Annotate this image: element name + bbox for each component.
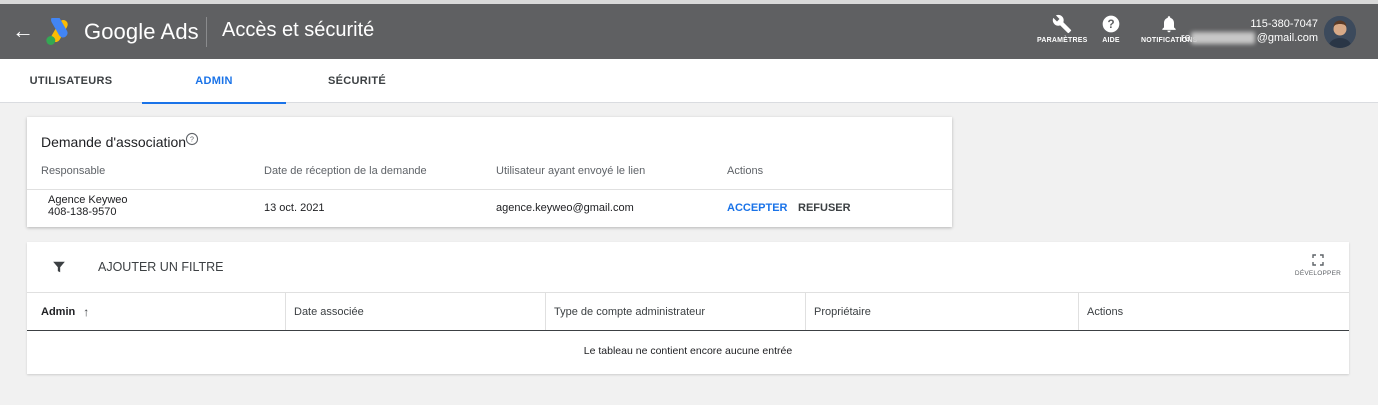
google-ads-logo: [46, 18, 68, 45]
column-header-admin[interactable]: Admin ↑: [27, 293, 286, 331]
page-title: Accès et sécurité: [222, 19, 375, 41]
account-email-prefix: re: [1180, 32, 1191, 44]
refuse-button[interactable]: REFUSER: [798, 203, 851, 214]
tab-bar: UTILISATEURS ADMIN SÉCURITÉ: [0, 59, 1378, 104]
help-button[interactable]: ? AIDE: [1101, 14, 1121, 44]
add-filter-button[interactable]: AJOUTER UN FILTRE: [98, 260, 223, 274]
row-divider: [27, 189, 952, 190]
tab-admin[interactable]: ADMIN: [142, 59, 286, 104]
association-request-card: Demande d'association ? Responsable Date…: [27, 117, 952, 227]
help-label: AIDE: [1102, 37, 1120, 44]
column-header-actions-admin: Actions: [1079, 293, 1349, 331]
avatar[interactable]: [1324, 16, 1356, 48]
column-header-owner-label: Propriétaire: [814, 306, 871, 318]
arrow-left-icon[interactable]: ←: [12, 18, 34, 44]
tab-security[interactable]: SÉCURITÉ: [286, 59, 428, 103]
column-header-actions-admin-label: Actions: [1087, 306, 1124, 318]
admin-table-card: AJOUTER UN FILTRE DÉVELOPPER Admin ↑ Dat…: [27, 242, 1349, 374]
filter-icon[interactable]: [52, 260, 66, 274]
svg-text:?: ?: [190, 137, 194, 144]
column-header-manager: Responsable: [41, 165, 106, 177]
accept-button[interactable]: ACCEPTER: [727, 203, 788, 214]
bell-icon: [1162, 16, 1176, 33]
association-request-title: Demande d'association: [41, 134, 187, 150]
wrench-icon: [1053, 14, 1072, 34]
product-name: Google Ads: [84, 19, 199, 44]
column-header-associated-date[interactable]: Date associée: [286, 293, 546, 331]
account-id: 115-380-7047: [1250, 18, 1318, 30]
tab-users[interactable]: UTILISATEURS: [0, 59, 142, 103]
account-email: re @gmail.com: [1181, 31, 1318, 45]
column-header-admin-account-type-label: Type de compte administrateur: [554, 306, 706, 318]
manager-name: Agence Keyweo: [48, 194, 128, 206]
column-header-admin-account-type[interactable]: Type de compte administrateur: [546, 293, 806, 331]
settings-button[interactable]: PARAMÈTRES: [1037, 14, 1087, 44]
column-header-sender: Utilisateur ayant envoyé le lien: [496, 165, 646, 177]
settings-label: PARAMÈTRES: [1037, 37, 1088, 44]
account-email-suffix: @gmail.com: [1256, 32, 1318, 44]
expand-label: DÉVELOPPER: [1294, 270, 1341, 277]
help-circle-icon: ?: [1102, 15, 1120, 33]
manager-id: 408-138-9570: [48, 206, 117, 218]
title-divider: [206, 17, 207, 47]
help-outline-icon[interactable]: ?: [185, 132, 199, 146]
sender-email: agence.keyweo@gmail.com: [496, 202, 634, 214]
sort-ascending-icon[interactable]: ↑: [83, 305, 89, 319]
table-header-border: [27, 330, 1349, 331]
account-info[interactable]: 115-380-7047 re @gmail.com: [1181, 17, 1318, 45]
column-header-actions: Actions: [727, 165, 764, 177]
expand-button[interactable]: DÉVELOPPER: [1295, 254, 1341, 277]
profile-photo: [1324, 16, 1356, 48]
fullscreen-icon: [1312, 254, 1324, 266]
empty-table-message: Le tableau ne contient encore aucune ent…: [583, 345, 793, 357]
column-header-associated-date-label: Date associée: [294, 306, 364, 318]
column-header-received-date: Date de réception de la demande: [264, 165, 427, 177]
svg-text:?: ?: [1107, 18, 1114, 31]
request-date: 13 oct. 2021: [264, 202, 325, 214]
redacted-email: [1190, 32, 1255, 44]
column-header-admin-label: Admin: [41, 306, 76, 318]
column-header-owner[interactable]: Propriétaire: [806, 293, 1079, 331]
top-bar: ← Google Ads Accès et sécurité PARAMÈTRE…: [0, 0, 1378, 59]
